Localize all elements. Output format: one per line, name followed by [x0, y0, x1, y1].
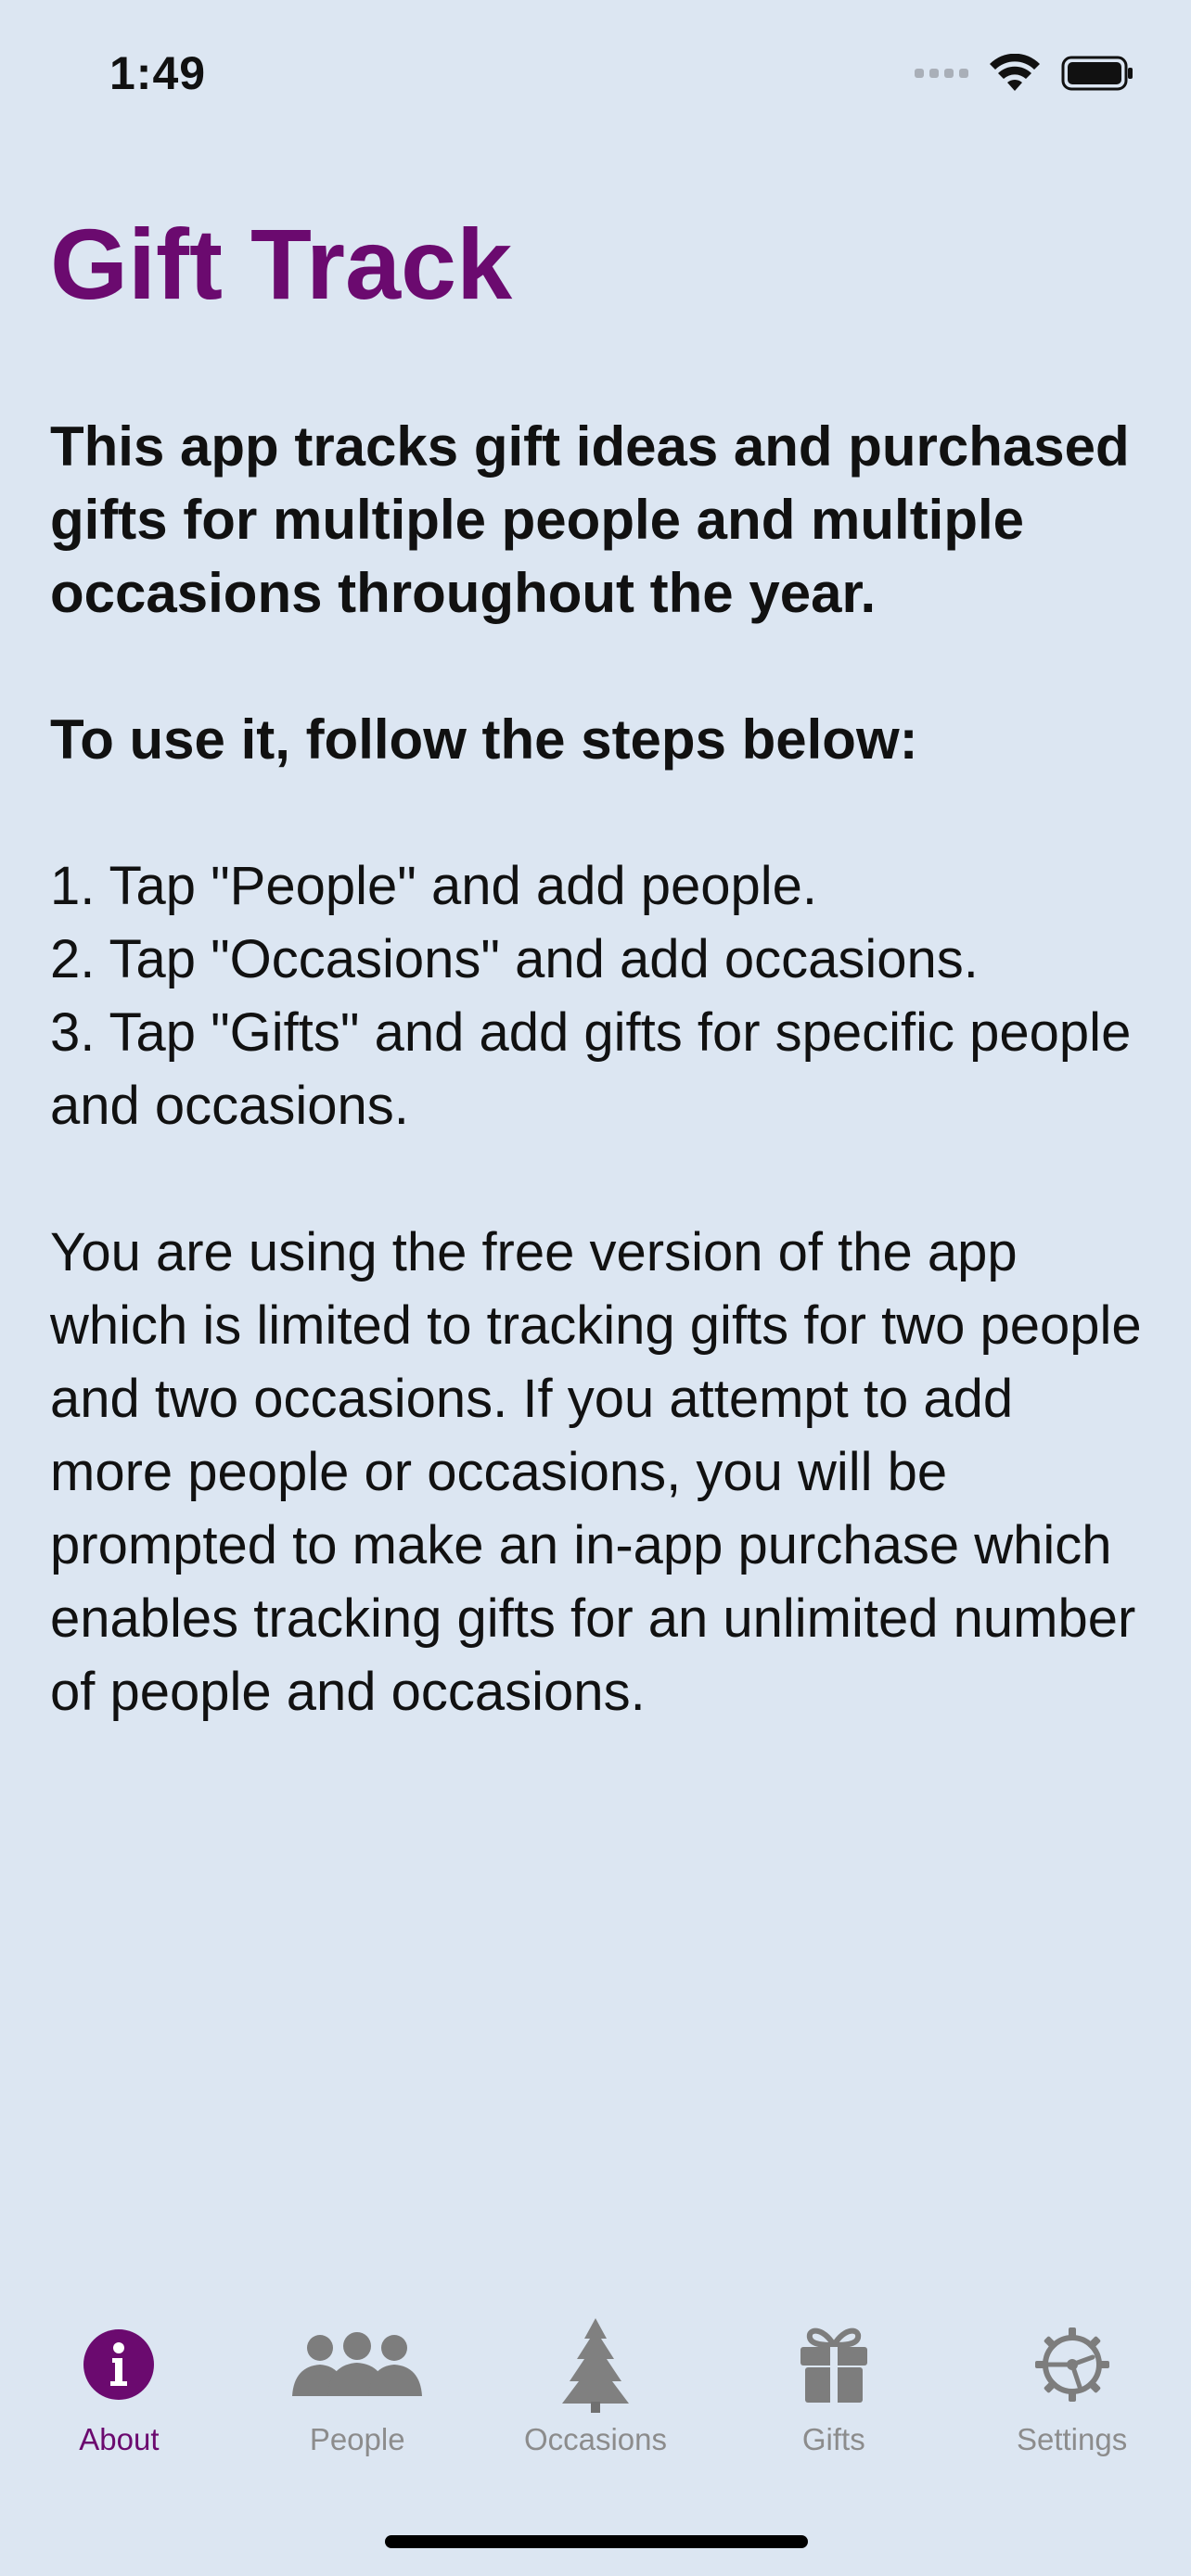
home-indicator	[385, 2535, 808, 2548]
tab-bar: About People Occasions Gifts Settings	[0, 2318, 1191, 2485]
status-icons	[915, 54, 1135, 93]
tab-people[interactable]: People	[238, 2318, 477, 2485]
tab-label: Gifts	[801, 2422, 865, 2456]
tab-label: About	[79, 2422, 160, 2456]
step-item: 3. Tap "Gifts" and add gifts for specifi…	[50, 1002, 1132, 1136]
step-item: 2. Tap "Occasions" and add occasions.	[50, 929, 979, 989]
wifi-icon	[990, 54, 1040, 91]
status-bar: 1:49	[0, 0, 1191, 148]
battery-icon	[1061, 56, 1133, 91]
steps-list: 1. Tap "People" and add people. 2. Tap "…	[50, 849, 1145, 1142]
about-content: Gift Track This app tracks gift ideas an…	[50, 204, 1145, 1728]
intro-text: This app tracks gift ideas and purchased…	[50, 415, 1130, 624]
gear-icon	[1033, 2318, 1111, 2411]
cellular-signal-icon	[915, 69, 968, 78]
steps-heading: To use it, follow the steps below:	[50, 708, 918, 771]
tab-label: Settings	[1016, 2422, 1128, 2456]
people-icon	[290, 2318, 424, 2411]
tree-icon	[558, 2318, 633, 2413]
tab-label: People	[309, 2422, 405, 2456]
tab-gifts[interactable]: Gifts	[714, 2318, 953, 2485]
info-icon	[82, 2318, 156, 2411]
tab-occasions[interactable]: Occasions	[477, 2318, 715, 2485]
tab-settings[interactable]: Settings	[953, 2318, 1191, 2485]
status-time: 1:49	[109, 47, 207, 99]
free-version-notice: You are using the free version of the ap…	[50, 1222, 1142, 1722]
tab-about[interactable]: About	[0, 2318, 238, 2485]
gift-icon	[799, 2318, 869, 2411]
step-item: 1. Tap "People" and add people.	[50, 856, 818, 916]
page-title: Gift Track	[50, 208, 513, 320]
tab-label: Occasions	[523, 2422, 668, 2456]
